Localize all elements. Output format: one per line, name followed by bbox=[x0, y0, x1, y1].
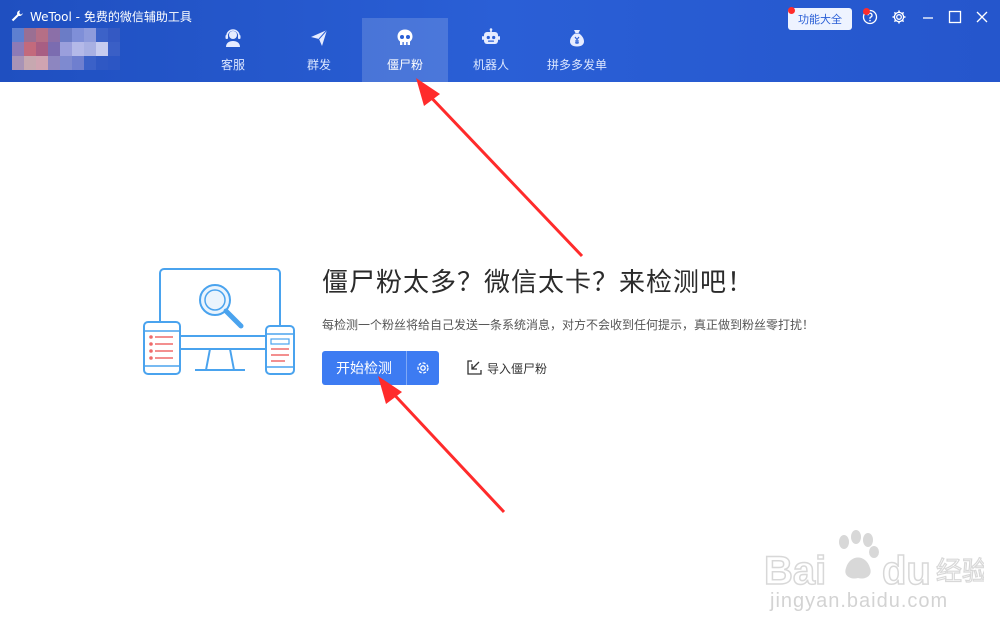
detection-settings-button[interactable] bbox=[406, 351, 439, 385]
gear-icon[interactable] bbox=[891, 9, 907, 25]
tab-broadcast[interactable]: 群发 bbox=[276, 18, 362, 82]
tab-robot[interactable]: 机器人 bbox=[448, 18, 534, 82]
notification-dot bbox=[788, 7, 795, 14]
page-headline: 僵尸粉太多？微信太卡？来检测吧！ bbox=[322, 268, 755, 298]
start-detection-button[interactable]: 开始检测 bbox=[322, 351, 406, 385]
watermark-url: jingyan.baidu.com bbox=[770, 590, 949, 612]
monitor-phones-illustration bbox=[143, 268, 295, 375]
paper-plane-icon bbox=[311, 29, 328, 46]
maximize-icon[interactable] bbox=[947, 9, 963, 25]
annotation-arrow-tab bbox=[416, 78, 584, 258]
tab-label: 客服 bbox=[220, 58, 245, 72]
svg-text:经验: 经验 bbox=[936, 557, 984, 587]
robot-icon bbox=[482, 28, 500, 44]
page-description: 每检测一个粉丝将给自己发送一条系统消息，对方不会收到任何提示，真正做到粉丝零打扰… bbox=[322, 318, 815, 332]
customer-service-icon bbox=[225, 29, 241, 47]
app-title-area: WeTool - 免费的微信辅助工具 bbox=[10, 8, 192, 24]
main-tabs: 客服 群发 僵尸粉 机器人 拼多多发单 bbox=[190, 18, 620, 82]
minimize-icon[interactable] bbox=[920, 9, 936, 25]
tab-pinduoduo[interactable]: 拼多多发单 bbox=[534, 18, 620, 82]
annotation-arrow-button bbox=[378, 376, 506, 514]
tab-customer-service[interactable]: 客服 bbox=[190, 18, 276, 82]
title-bar: WeTool - 免费的微信辅助工具 客服 群发 僵尸粉 机器人 拼多多发单 功… bbox=[0, 0, 1000, 82]
svg-text:du: du bbox=[882, 549, 931, 593]
tab-label: 机器人 bbox=[472, 58, 509, 72]
import-zombie-fans-link[interactable]: 导入僵尸粉 bbox=[465, 358, 547, 378]
svg-text:Bai: Bai bbox=[764, 549, 826, 593]
tab-label: 僵尸粉 bbox=[386, 58, 423, 72]
help-notification-dot bbox=[863, 8, 870, 15]
money-bag-icon bbox=[570, 30, 584, 47]
tab-zombie-fans[interactable]: 僵尸粉 bbox=[362, 18, 448, 82]
feature-list-button[interactable]: 功能大全 bbox=[788, 8, 852, 30]
skull-icon bbox=[397, 29, 413, 45]
gear-icon bbox=[417, 362, 429, 374]
close-icon[interactable] bbox=[974, 9, 990, 25]
import-link-label: 导入僵尸粉 bbox=[487, 361, 548, 376]
wrench-icon bbox=[11, 10, 23, 22]
start-detection-group: 开始检测 bbox=[322, 351, 439, 385]
window-title: WeTool - 免费的微信辅助工具 bbox=[30, 9, 192, 24]
tab-label: 拼多多发单 bbox=[546, 58, 607, 72]
import-arrow-icon bbox=[467, 360, 482, 375]
avatar[interactable] bbox=[12, 28, 120, 72]
tab-label: 群发 bbox=[306, 58, 331, 72]
